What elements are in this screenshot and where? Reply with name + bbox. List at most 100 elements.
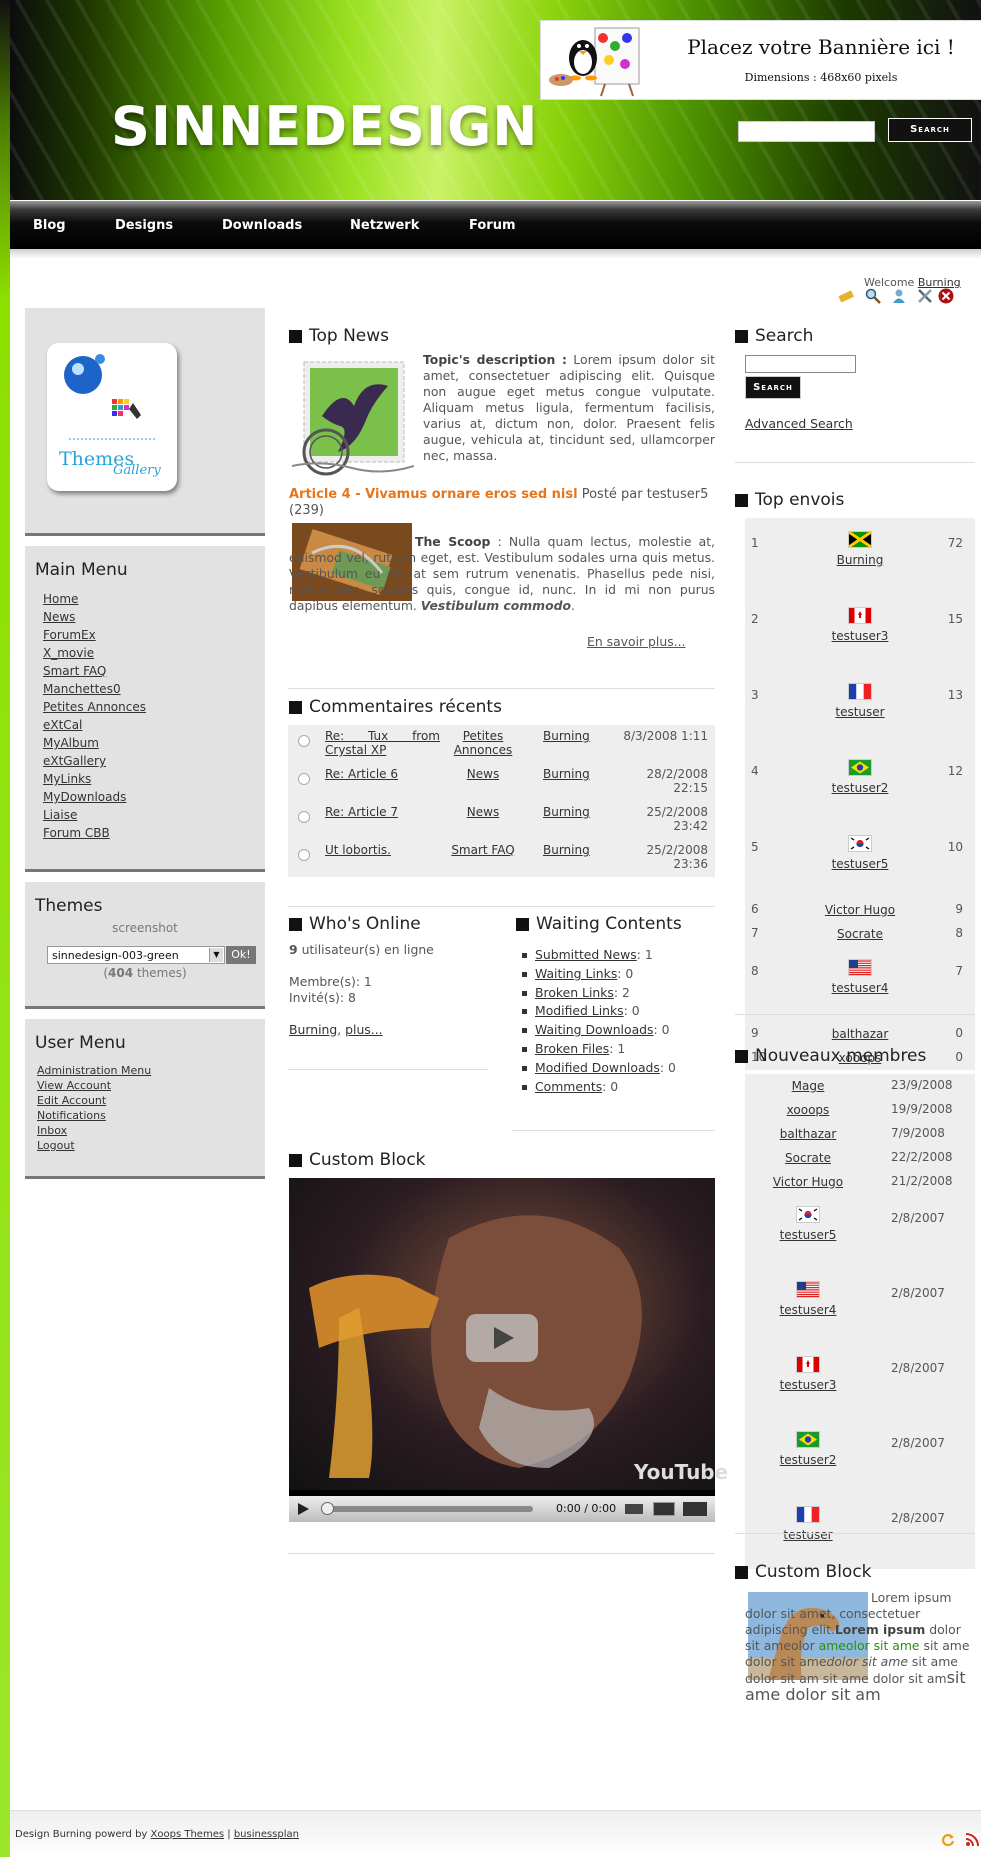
- comment-user[interactable]: Burning: [543, 843, 613, 857]
- poster-name[interactable]: testuser3: [745, 628, 975, 644]
- user-menu-item[interactable]: Inbox: [37, 1124, 67, 1137]
- waiting-item-link[interactable]: Modified Downloads: [535, 1060, 660, 1075]
- poster-rank: 3: [751, 688, 759, 702]
- comment-module[interactable]: News: [433, 805, 533, 819]
- member-name[interactable]: xooops: [745, 1098, 871, 1118]
- main-menu-item[interactable]: MyDownloads: [43, 790, 126, 804]
- user-icon[interactable]: [891, 288, 907, 304]
- main-menu-item[interactable]: Smart FAQ: [43, 664, 106, 678]
- chevron-down-icon: ▼: [209, 948, 223, 962]
- user-menu-item[interactable]: Logout: [37, 1139, 75, 1152]
- poster-name[interactable]: testuser5: [745, 856, 975, 872]
- poster-name[interactable]: Victor Hugo: [745, 898, 975, 918]
- comment-subject[interactable]: Ut lobortis.: [325, 843, 440, 857]
- nav-item-netzwerk[interactable]: Netzwerk: [350, 218, 419, 233]
- waiting-item-link[interactable]: Waiting Links: [535, 966, 617, 981]
- video-progress-knob[interactable]: [321, 1502, 334, 1515]
- poster-name[interactable]: testuser4: [745, 980, 975, 996]
- poster-name[interactable]: Socrate: [745, 922, 975, 942]
- comment-module[interactable]: Petites Annonces: [433, 729, 533, 757]
- main-menu-item[interactable]: eXtGallery: [43, 754, 106, 768]
- member-name[interactable]: Mage: [745, 1074, 871, 1094]
- main-menu-item[interactable]: MyLinks: [43, 772, 91, 786]
- comment-subject[interactable]: Re: Article 6: [325, 767, 440, 781]
- ad-banner[interactable]: Placez votre Bannière ici ! Dimensions :…: [540, 20, 981, 100]
- header-search-input[interactable]: [738, 121, 875, 142]
- expand-icon[interactable]: [683, 1502, 707, 1516]
- site-brand-logo[interactable]: SINNEDESIGN: [111, 95, 538, 158]
- article-title-link[interactable]: Article 4 - Vivamus ornare eros sed nisl: [289, 487, 578, 502]
- main-menu-item[interactable]: eXtCal: [43, 718, 82, 732]
- youtube-video-player[interactable]: YouTube 0:00 / 0:00: [289, 1178, 728, 1522]
- member-name[interactable]: testuser3: [745, 1377, 871, 1393]
- refresh-icon[interactable]: [941, 1833, 955, 1847]
- main-menu-item[interactable]: X_movie: [43, 646, 94, 660]
- themes-gallery-logo[interactable]: Themes Gallery: [47, 343, 177, 491]
- member-name[interactable]: testuser4: [745, 1302, 871, 1318]
- user-menu-item[interactable]: Notifications: [37, 1109, 106, 1122]
- video-progress-track[interactable]: [325, 1506, 533, 1512]
- advanced-search-link[interactable]: Advanced Search: [745, 416, 853, 431]
- online-more-link[interactable]: plus...: [345, 1022, 382, 1037]
- comment-user[interactable]: Burning: [543, 805, 613, 819]
- member-name[interactable]: testuser2: [745, 1452, 871, 1468]
- waiting-item-link[interactable]: Submitted News: [535, 947, 637, 962]
- footer-link-businessplan[interactable]: businessplan: [234, 1829, 299, 1840]
- online-user-link[interactable]: Burning: [289, 1022, 337, 1037]
- main-menu-item[interactable]: News: [43, 610, 75, 624]
- comment-module[interactable]: News: [433, 767, 533, 781]
- member-name[interactable]: Socrate: [745, 1146, 871, 1166]
- main-menu-item[interactable]: Liaise: [43, 808, 77, 822]
- main-menu-item[interactable]: Manchettes0: [43, 682, 121, 696]
- poster-name[interactable]: testuser: [745, 704, 975, 720]
- video-frame[interactable]: YouTube: [289, 1178, 728, 1490]
- volume-icon[interactable]: [625, 1504, 643, 1514]
- article-author: Posté par testuser5: [581, 487, 709, 502]
- footer-link-xoops-themes[interactable]: Xoops Themes: [151, 1829, 225, 1840]
- comment-user[interactable]: Burning: [543, 729, 613, 743]
- rss-icon[interactable]: [965, 1833, 979, 1847]
- search-button[interactable]: Search: [745, 376, 801, 399]
- main-menu-item[interactable]: ForumEx: [43, 628, 96, 642]
- read-more-link[interactable]: En savoir plus...: [587, 634, 686, 649]
- member-name[interactable]: balthazar: [745, 1122, 871, 1142]
- nav-item-forum[interactable]: Forum: [469, 218, 516, 233]
- nav-item-downloads[interactable]: Downloads: [222, 218, 302, 233]
- member-name[interactable]: Victor Hugo: [745, 1170, 871, 1190]
- pencil-icon[interactable]: [838, 288, 854, 304]
- search-input[interactable]: [745, 355, 856, 373]
- poster-name[interactable]: Burning: [745, 552, 975, 568]
- play-small-icon[interactable]: [298, 1503, 309, 1515]
- user-menu-item[interactable]: Administration Menu: [37, 1064, 151, 1077]
- theme-ok-button[interactable]: Ok!: [226, 946, 256, 964]
- tools-icon[interactable]: [917, 288, 933, 304]
- nav-item-blog[interactable]: Blog: [33, 218, 66, 233]
- user-menu-item[interactable]: View Account: [37, 1079, 111, 1092]
- magnifier-icon[interactable]: [865, 288, 881, 304]
- header-search-button[interactable]: Search: [888, 118, 972, 142]
- main-menu-item[interactable]: Forum CBB: [43, 826, 110, 840]
- member-name[interactable]: testuser: [745, 1527, 871, 1543]
- waiting-contents-list: Submitted News: 1 Waiting Links: 0 Broke…: [522, 946, 722, 1096]
- main-menu-item[interactable]: Home: [43, 592, 78, 606]
- comment-subject[interactable]: Re: Tux from Crystal XP: [325, 729, 440, 757]
- user-menu-item[interactable]: Edit Account: [37, 1094, 106, 1107]
- comment-module[interactable]: Smart FAQ: [433, 843, 533, 857]
- comment-subject[interactable]: Re: Article 7: [325, 805, 440, 819]
- theme-select[interactable]: sinnedesign-003-green ▼: [47, 946, 225, 964]
- waiting-item-link[interactable]: Broken Files: [535, 1041, 609, 1056]
- poster-name[interactable]: testuser2: [745, 780, 975, 796]
- member-name[interactable]: testuser5: [745, 1227, 871, 1243]
- screen-size-icon[interactable]: [653, 1502, 675, 1516]
- waiting-item-link[interactable]: Comments: [535, 1079, 602, 1094]
- poster-name[interactable]: balthazar: [745, 1022, 975, 1042]
- waiting-item-link[interactable]: Modified Links: [535, 1003, 624, 1018]
- play-icon[interactable]: [466, 1314, 538, 1362]
- waiting-item-link[interactable]: Broken Links: [535, 985, 614, 1000]
- main-menu-item[interactable]: MyAlbum: [43, 736, 99, 750]
- nav-item-designs[interactable]: Designs: [115, 218, 173, 233]
- comment-user[interactable]: Burning: [543, 767, 613, 781]
- main-menu-item[interactable]: Petites Annonces: [43, 700, 146, 714]
- waiting-item-link[interactable]: Waiting Downloads: [535, 1022, 654, 1037]
- close-icon[interactable]: [938, 288, 954, 304]
